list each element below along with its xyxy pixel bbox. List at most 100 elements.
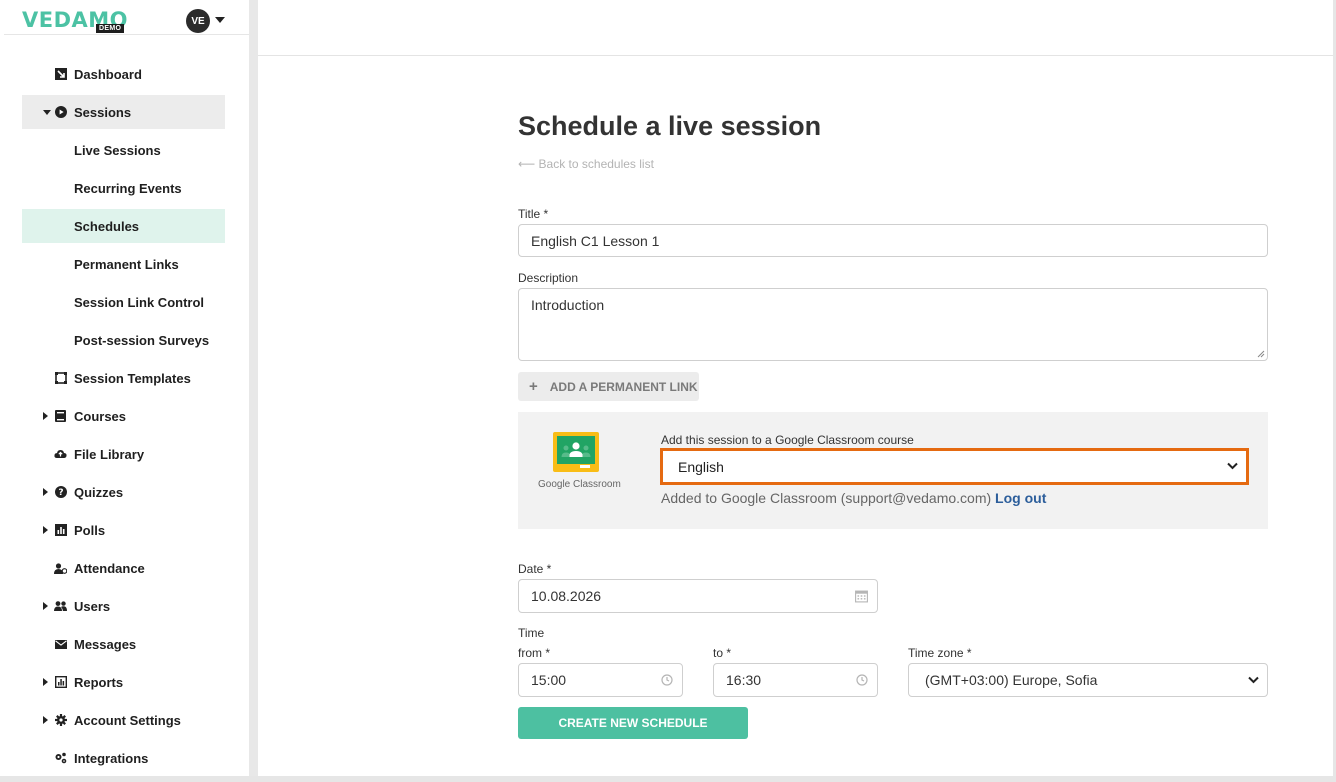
to-time-input[interactable]: 16:30 — [713, 663, 878, 697]
sidebar-item-label: Dashboard — [74, 66, 142, 82]
clock-icon[interactable] — [661, 674, 673, 686]
sidebar-item-post-session-surveys[interactable]: Post-session Surveys — [22, 323, 225, 357]
sidebar-item-label: Polls — [74, 522, 106, 538]
to-time-value: 16:30 — [726, 672, 762, 688]
play-circle-icon — [54, 106, 67, 119]
google-classroom-course-select[interactable]: English — [660, 448, 1249, 485]
sidebar-item-label: Recurring Events — [74, 180, 182, 196]
chevron-right-icon — [43, 488, 48, 496]
sidebar-item-label: Session Link Control — [74, 294, 205, 310]
topbar-divider — [258, 55, 1333, 56]
svg-text:?: ? — [58, 488, 63, 498]
title-input-value: English C1 Lesson 1 — [531, 232, 660, 249]
sidebar-item-label: Quizzes — [74, 484, 124, 500]
sidebar-item-attendance[interactable]: Attendance — [22, 551, 225, 585]
timezone-select[interactable]: (GMT+03:00) Europe, Sofia — [908, 663, 1268, 697]
chevron-down-icon — [1227, 462, 1238, 470]
sidebar-item-permanent-links[interactable]: Permanent Links — [22, 247, 225, 281]
sidebar-item-messages[interactable]: Messages — [22, 627, 225, 661]
resize-handle-icon[interactable] — [1257, 350, 1265, 358]
sidebar-item-polls[interactable]: Polls — [22, 513, 225, 547]
sidebar-item-users[interactable]: Users — [22, 589, 225, 623]
user-check-icon — [54, 562, 67, 575]
bar-chart-icon — [54, 524, 67, 537]
brand-logo[interactable]: VEDAMO DEMO — [22, 8, 128, 34]
sidebar-item-sessions[interactable]: Sessions — [22, 95, 225, 129]
question-icon: ? — [54, 486, 67, 499]
google-classroom-logo-icon — [553, 432, 599, 472]
sidebar-item-live-sessions[interactable]: Live Sessions — [22, 133, 225, 167]
page-title: Schedule a live session — [518, 111, 822, 141]
sidebar-item-label: Post-session Surveys — [74, 332, 210, 348]
description-value: Introduction — [531, 297, 605, 313]
create-new-schedule-button[interactable]: CREATE NEW SCHEDULE — [518, 707, 748, 739]
sidebar-item-label: Schedules — [74, 218, 140, 234]
date-input[interactable]: 10.08.2026 — [518, 579, 878, 613]
sidebar-item-quizzes[interactable]: ? Quizzes — [22, 475, 225, 509]
cloud-icon — [54, 448, 67, 461]
sidebar-item-label: Account Settings — [74, 712, 181, 728]
google-classroom-logo-text: Google Classroom — [538, 479, 621, 490]
description-label: Description — [518, 271, 579, 285]
sidebar-scrollbar[interactable] — [249, 0, 258, 776]
sidebar-item-label: Live Sessions — [74, 142, 161, 158]
sidebar-item-label: Attendance — [74, 560, 145, 576]
envelope-icon — [54, 638, 67, 651]
sidebar-item-reports[interactable]: Reports — [22, 665, 225, 699]
gears-icon — [54, 752, 67, 765]
add-permanent-link-button[interactable]: + ADD A PERMANENT LINK — [518, 372, 699, 401]
google-classroom-course-value: English — [678, 458, 724, 475]
sidebar-item-label: Users — [74, 598, 111, 614]
from-time-input[interactable]: 15:00 — [518, 663, 683, 697]
sidebar-item-recurring-events[interactable]: Recurring Events — [22, 171, 225, 205]
date-value: 10.08.2026 — [531, 588, 602, 604]
sidebar-item-file-library[interactable]: File Library — [22, 437, 225, 471]
sidebar-item-label: Permanent Links — [74, 256, 179, 272]
avatar[interactable]: VE — [186, 9, 210, 33]
google-logout-link[interactable]: Log out — [995, 490, 1046, 506]
sidebar-item-session-templates[interactable]: Session Templates — [22, 361, 225, 395]
sidebar-item-label: Courses — [74, 408, 127, 424]
chevron-right-icon — [43, 716, 48, 724]
add-permanent-link-label: ADD A PERMANENT LINK — [549, 379, 698, 394]
to-label: to * — [713, 646, 732, 660]
report-icon — [54, 676, 67, 689]
sidebar-item-label: File Library — [74, 446, 145, 462]
sidebar: VEDAMO DEMO VE Dashboard Sessions Live S… — [4, 0, 249, 776]
from-label: from * — [518, 646, 551, 660]
google-classroom-status-text: Added to Google Classroom (support@vedam… — [661, 490, 992, 506]
sidebar-item-label: Messages — [74, 636, 137, 652]
user-menu-caret-icon[interactable] — [215, 17, 225, 23]
sidebar-item-account-settings[interactable]: Account Settings — [22, 703, 225, 737]
clock-icon[interactable] — [856, 674, 868, 686]
sidebar-divider — [4, 34, 249, 35]
demo-badge: DEMO — [96, 24, 125, 33]
title-label: Title * — [518, 207, 549, 221]
title-input[interactable]: English C1 Lesson 1 — [518, 224, 1268, 257]
dashboard-icon — [54, 68, 67, 81]
timezone-value: (GMT+03:00) Europe, Sofia — [925, 672, 1098, 688]
sidebar-item-dashboard[interactable]: Dashboard — [22, 57, 225, 91]
sidebar-item-label: Sessions — [74, 104, 132, 120]
chevron-down-icon — [1248, 676, 1259, 684]
google-classroom-panel: Google Classroom Add this session to a G… — [518, 412, 1268, 529]
sidebar-item-integrations[interactable]: Integrations — [22, 741, 225, 775]
from-time-value: 15:00 — [531, 672, 567, 688]
gear-icon — [54, 714, 67, 727]
google-classroom-status: Added to Google Classroom (support@vedam… — [661, 490, 1046, 506]
chevron-down-icon — [43, 110, 51, 115]
back-to-schedules-link[interactable]: ⟵ Back to schedules list — [518, 157, 654, 171]
chevron-right-icon — [43, 526, 48, 534]
book-icon — [54, 410, 67, 423]
description-textarea[interactable]: Introduction — [518, 288, 1268, 361]
google-classroom-label: Add this session to a Google Classroom c… — [661, 433, 914, 447]
template-icon — [54, 372, 67, 385]
sidebar-nav: Dashboard Sessions Live Sessions Recurri… — [22, 57, 225, 779]
sidebar-item-session-link-control[interactable]: Session Link Control — [22, 285, 225, 319]
plus-icon: + — [529, 378, 538, 395]
sidebar-item-schedules[interactable]: Schedules — [22, 209, 225, 243]
calendar-icon[interactable] — [855, 590, 868, 603]
users-icon — [54, 600, 67, 613]
sidebar-item-courses[interactable]: Courses — [22, 399, 225, 433]
timezone-label: Time zone * — [908, 646, 972, 660]
